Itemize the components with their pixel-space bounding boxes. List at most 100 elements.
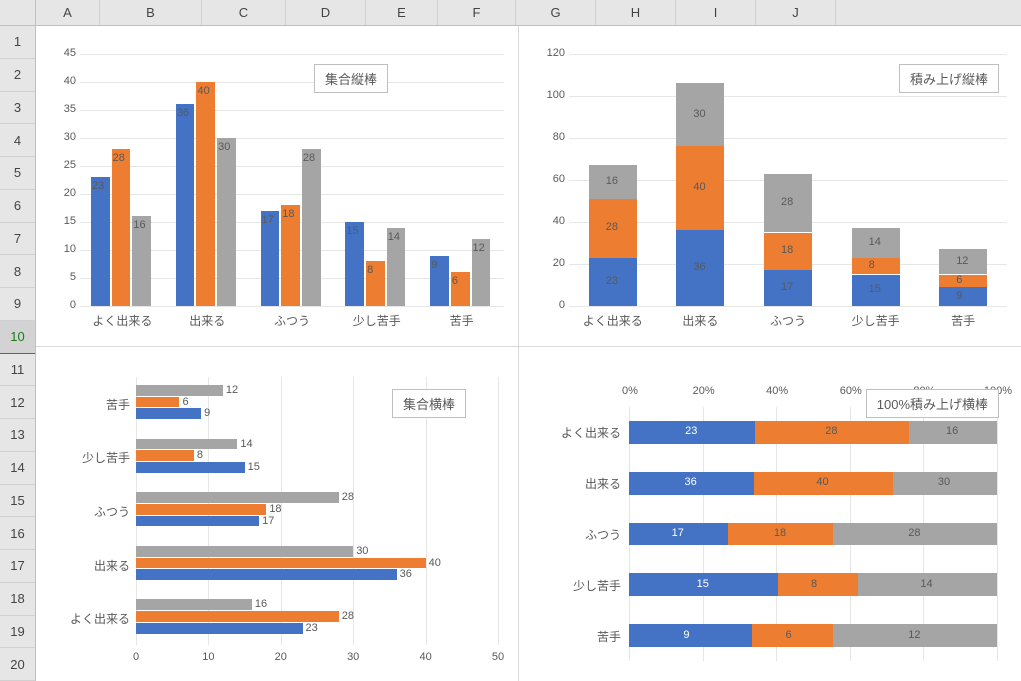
category-label: 少し苦手 [573, 577, 621, 594]
row-header[interactable]: 17 [0, 550, 35, 583]
data-label: 8 [367, 264, 373, 276]
data-label: 36 [400, 568, 412, 580]
data-label: 8 [197, 449, 203, 461]
col-header[interactable]: D [286, 0, 366, 25]
row-header[interactable]: 5 [0, 157, 35, 190]
row-header[interactable]: 7 [0, 223, 35, 256]
gridline [569, 54, 1007, 55]
category-label: 苦手 [106, 396, 130, 413]
col-header[interactable]: H [596, 0, 676, 25]
chart-clustered-column[interactable]: 集合縦棒 051015202530354045232816よく出来る364030… [36, 26, 518, 346]
row-header[interactable]: 12 [0, 386, 35, 419]
row-header[interactable]: 20 [0, 648, 35, 681]
y-tick-label: 80 [531, 131, 565, 143]
data-label: 30 [693, 108, 705, 120]
bar-segment [752, 624, 834, 647]
gridline [80, 54, 504, 55]
col-header[interactable]: F [438, 0, 516, 25]
category-label: 少し苦手 [334, 312, 419, 329]
bar-segment [939, 275, 987, 288]
row-ruler: 1234567891011121314151617181920 [0, 26, 36, 681]
y-tick-label: 60 [531, 173, 565, 185]
data-label: 14 [240, 438, 252, 450]
x-tick-label: 50 [488, 651, 508, 663]
y-tick-label: 25 [46, 159, 76, 171]
category-label: ふつう [94, 503, 130, 520]
data-label: 28 [781, 196, 793, 208]
data-label: 14 [869, 236, 881, 248]
data-label: 36 [693, 261, 705, 273]
data-label: 15 [346, 225, 358, 237]
bar [136, 439, 237, 450]
data-label: 6 [956, 274, 962, 286]
col-header[interactable]: G [516, 0, 596, 25]
row-header[interactable]: 11 [0, 354, 35, 387]
col-header[interactable]: J [756, 0, 836, 25]
data-label: 28 [825, 425, 837, 437]
data-label: 28 [342, 491, 354, 503]
row-header[interactable]: 3 [0, 92, 35, 125]
y-tick-label: 40 [46, 75, 76, 87]
y-tick-label: 30 [46, 131, 76, 143]
data-label: 18 [774, 527, 786, 539]
data-label: 18 [781, 244, 793, 256]
data-label: 17 [672, 527, 684, 539]
row-header[interactable]: 10 [0, 321, 35, 354]
category-label: よく出来る [70, 610, 130, 627]
chart-stacked-column[interactable]: 積み上げ縦棒 020406080100120232816よく出来る364030出… [519, 26, 1021, 346]
col-header[interactable]: E [366, 0, 438, 25]
bar [136, 599, 252, 610]
category-label: 少し苦手 [832, 312, 920, 329]
row-header[interactable]: 4 [0, 124, 35, 157]
y-tick-label: 100 [531, 89, 565, 101]
row-header[interactable]: 2 [0, 59, 35, 92]
row-header[interactable]: 18 [0, 583, 35, 616]
bar [136, 450, 194, 461]
y-tick-label: 120 [531, 47, 565, 59]
row-header[interactable]: 8 [0, 255, 35, 288]
gridline [569, 306, 1007, 307]
data-label: 36 [684, 476, 696, 488]
col-header[interactable]: A [36, 0, 100, 25]
gridline [80, 110, 504, 111]
category-label: 苦手 [597, 628, 621, 645]
y-tick-label: 5 [46, 271, 76, 283]
row-header[interactable]: 14 [0, 452, 35, 485]
chart-title: 集合横棒 [392, 389, 466, 418]
data-label: 40 [816, 476, 828, 488]
chart-stacked-bar-100[interactable]: 100%積み上げ横棒 0%20%40%60%80%100%232816よく出来る… [519, 347, 1021, 681]
data-label: 23 [685, 425, 697, 437]
data-label: 15 [869, 283, 881, 295]
gridline [498, 377, 499, 645]
data-label: 6 [452, 275, 458, 287]
bar [112, 149, 131, 306]
data-label: 12 [226, 384, 238, 396]
row-header[interactable]: 9 [0, 288, 35, 321]
row-header[interactable]: 6 [0, 190, 35, 223]
col-header[interactable]: C [202, 0, 286, 25]
category-label: よく出来る [80, 312, 165, 329]
row-header[interactable]: 16 [0, 517, 35, 550]
bar [136, 516, 259, 527]
bar [196, 82, 215, 306]
col-header[interactable]: B [100, 0, 202, 25]
x-tick-label: 0% [613, 385, 647, 397]
data-label: 28 [303, 152, 315, 164]
category-label: よく出来る [561, 424, 621, 441]
bar [136, 546, 353, 557]
gridline [80, 306, 504, 307]
chart-clustered-bar[interactable]: 集合横棒 010203040501269苦手14815少し苦手281817ふつう… [36, 347, 518, 681]
col-header[interactable]: I [676, 0, 756, 25]
data-label: 28 [606, 221, 618, 233]
row-header[interactable]: 15 [0, 485, 35, 518]
bar [176, 104, 195, 306]
bar-segment [852, 258, 900, 275]
bar [136, 462, 245, 473]
row-header[interactable]: 19 [0, 616, 35, 649]
data-label: 12 [473, 242, 485, 254]
row-header[interactable]: 1 [0, 26, 35, 59]
worksheet-area: 集合縦棒 051015202530354045232816よく出来る364030… [36, 26, 1021, 681]
row-header[interactable]: 13 [0, 419, 35, 452]
x-tick-label: 60% [834, 385, 868, 397]
category-label: ふつう [744, 312, 832, 329]
